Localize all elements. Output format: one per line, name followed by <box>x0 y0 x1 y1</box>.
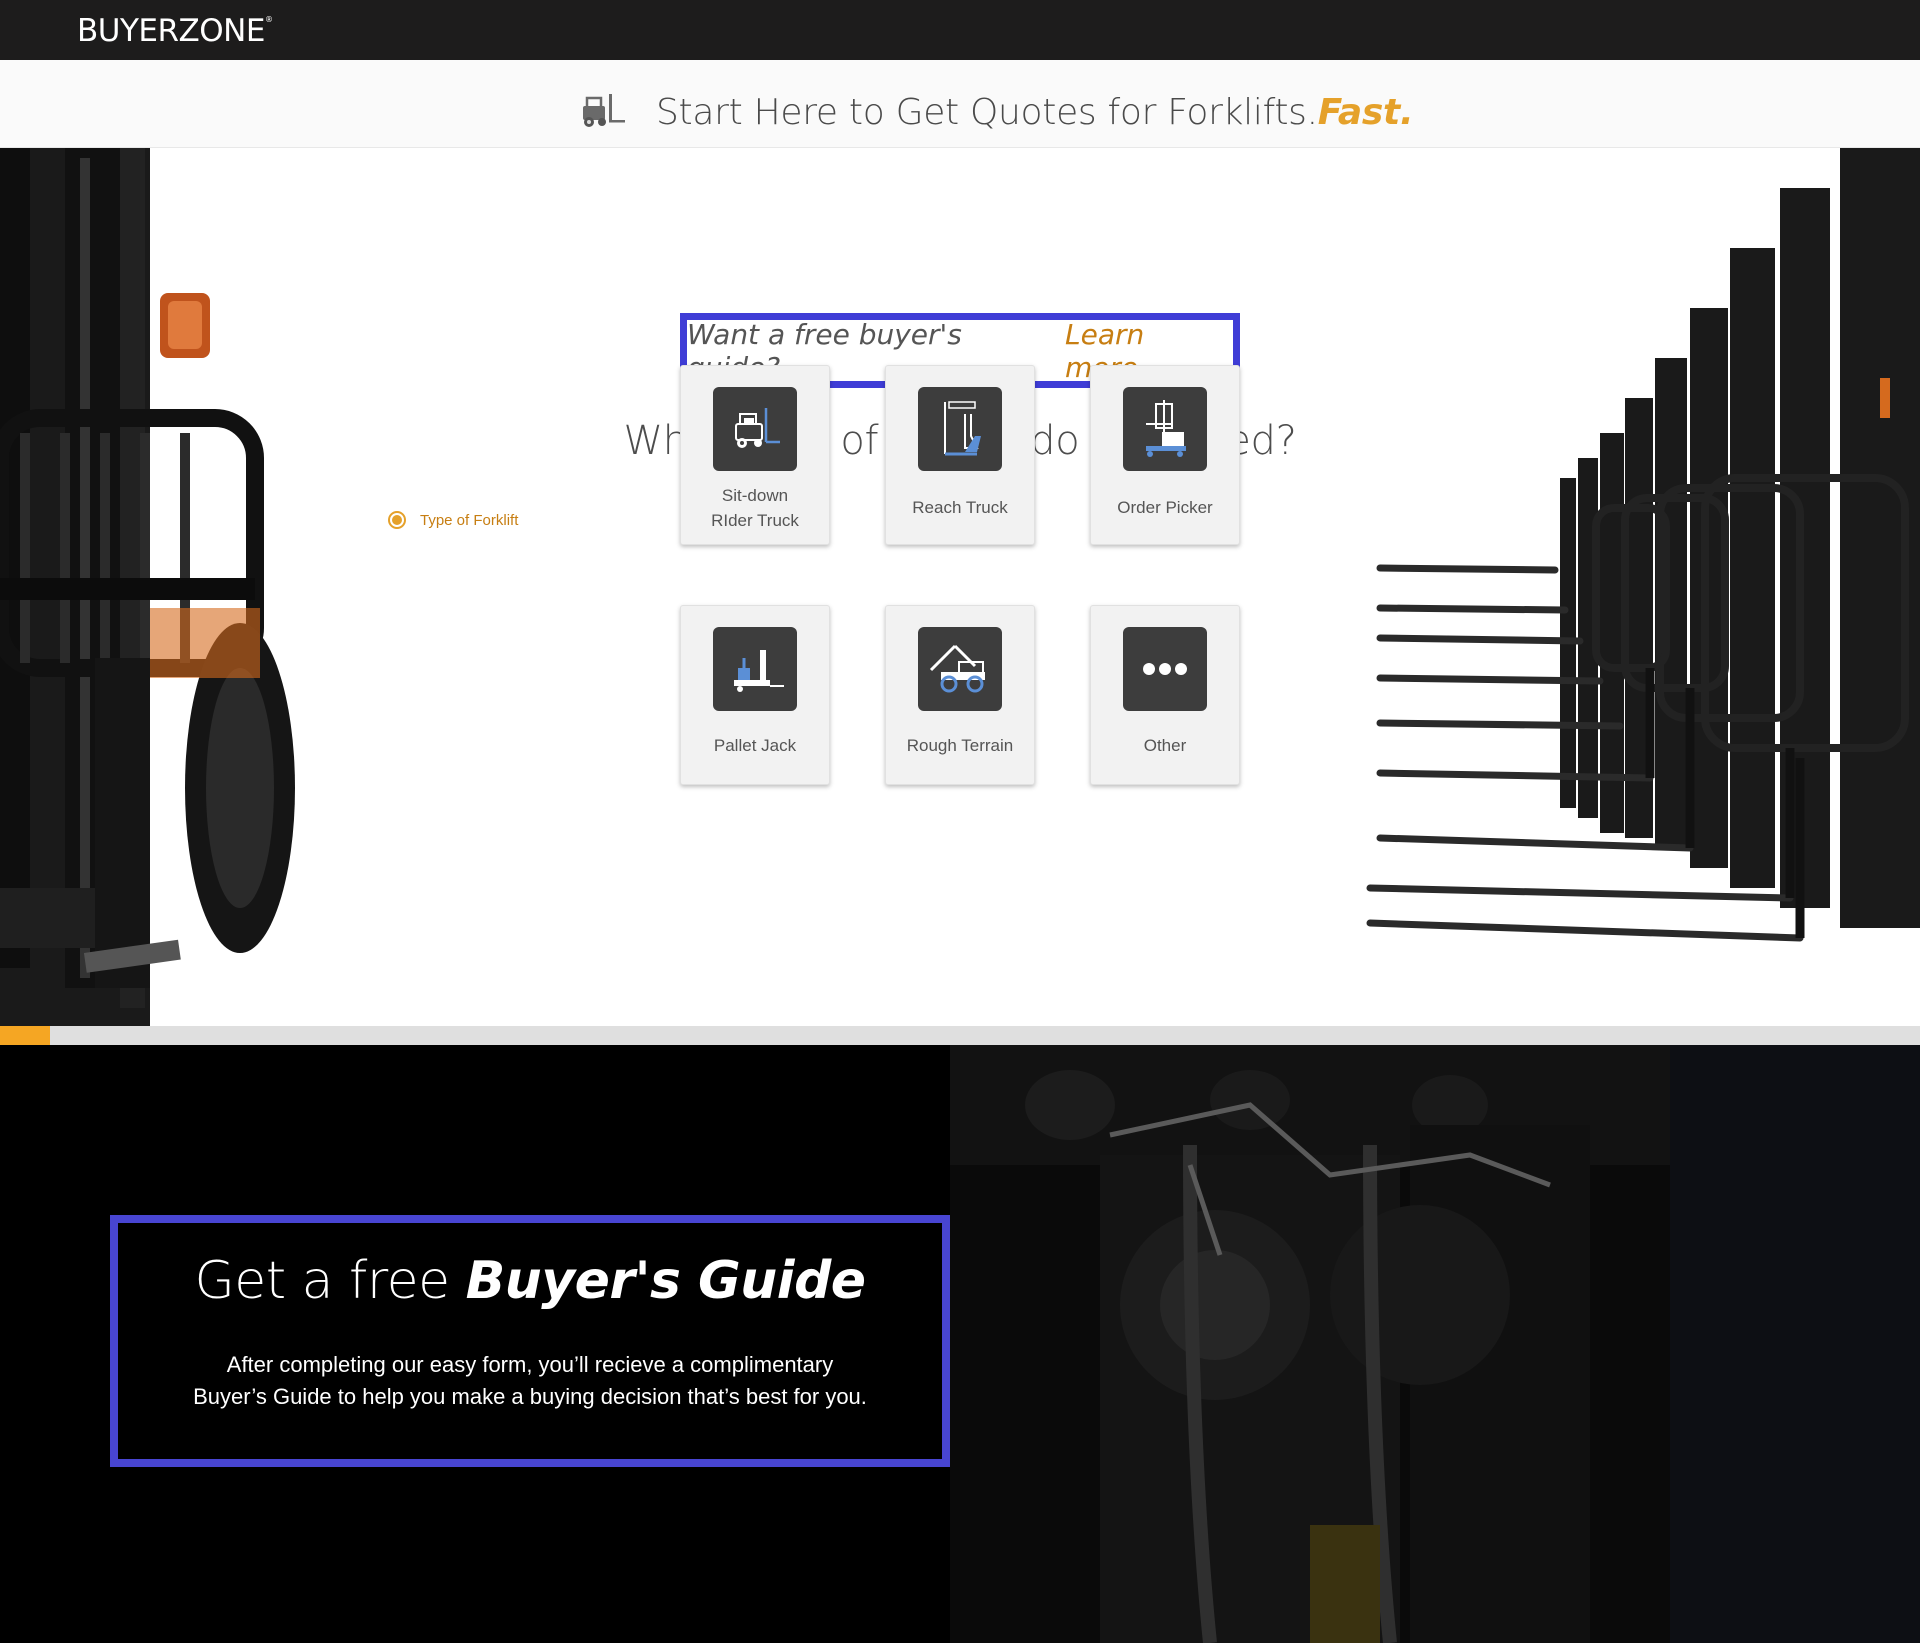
option-sit-down-rider-truck[interactable]: Sit-down RIder Truck <box>680 365 830 545</box>
header-band: Start Here to Get Quotes for Forklifts.F… <box>0 60 1920 148</box>
option-label-line2: RIder Truck <box>711 511 799 530</box>
more-dots-icon <box>1123 627 1207 711</box>
reach-truck-icon <box>918 387 1002 471</box>
sit-down-rider-icon <box>713 387 797 471</box>
top-bar: BUYERZONE® <box>0 0 1920 60</box>
form-progress-bar <box>0 1026 1920 1045</box>
page-headline: Start Here to Get Quotes for Forklifts.F… <box>656 92 1414 133</box>
option-reach-truck[interactable]: Reach Truck <box>885 365 1035 545</box>
hero-section: Want a free buyer's guide? Learn more. W… <box>0 148 1920 1026</box>
option-order-picker[interactable]: Order Picker <box>1090 365 1240 545</box>
buyers-guide-callout: Get a free Buyer's Guide After completin… <box>110 1215 950 1467</box>
progress-fill <box>0 1026 50 1045</box>
buyers-guide-title: Get a free Buyer's Guide <box>118 1251 942 1311</box>
title-bold: Buyer's Guide <box>465 1251 866 1311</box>
forklift-icon <box>583 94 625 127</box>
pallet-jack-icon <box>713 627 797 711</box>
option-label: Reach Truck <box>912 498 1008 517</box>
option-pallet-jack[interactable]: Pallet Jack <box>680 605 830 785</box>
rough-terrain-icon <box>918 627 1002 711</box>
order-picker-icon <box>1123 387 1207 471</box>
logo-text: BUYERZONE <box>77 13 265 49</box>
body-line-2: Buyer’s Guide to help you make a buying … <box>193 1384 867 1409</box>
right-forklifts-photo <box>1366 148 1920 942</box>
option-label-line1: Sit-down <box>721 486 789 505</box>
option-label: Order Picker <box>1117 498 1213 517</box>
step-indicator: Type of Forklift <box>388 511 518 529</box>
headline-text: Start Here to Get Quotes for Forklifts. <box>656 92 1318 133</box>
step-label: Type of Forklift <box>420 511 519 529</box>
title-plain: Get a free <box>194 1251 450 1311</box>
option-other[interactable]: Other <box>1090 605 1240 785</box>
step-radio-icon <box>388 511 406 529</box>
option-label: Rough Terrain <box>906 736 1014 755</box>
headline-accent: Fast. <box>1317 92 1414 133</box>
option-rough-terrain[interactable]: Rough Terrain <box>885 605 1035 785</box>
buyerzone-logo[interactable]: BUYERZONE® <box>77 13 273 49</box>
buyers-guide-body: After completing our easy form, you’ll r… <box>135 1349 925 1413</box>
option-label: Other <box>1143 736 1187 755</box>
body-line-1: After completing our easy form, you’ll r… <box>226 1352 834 1377</box>
left-forklift-photo <box>0 148 295 1026</box>
option-label: Pallet Jack <box>713 736 797 755</box>
chain-background-photo <box>950 1045 1920 1643</box>
buyers-guide-section: Get a free Buyer's Guide After completin… <box>0 1045 1920 1643</box>
